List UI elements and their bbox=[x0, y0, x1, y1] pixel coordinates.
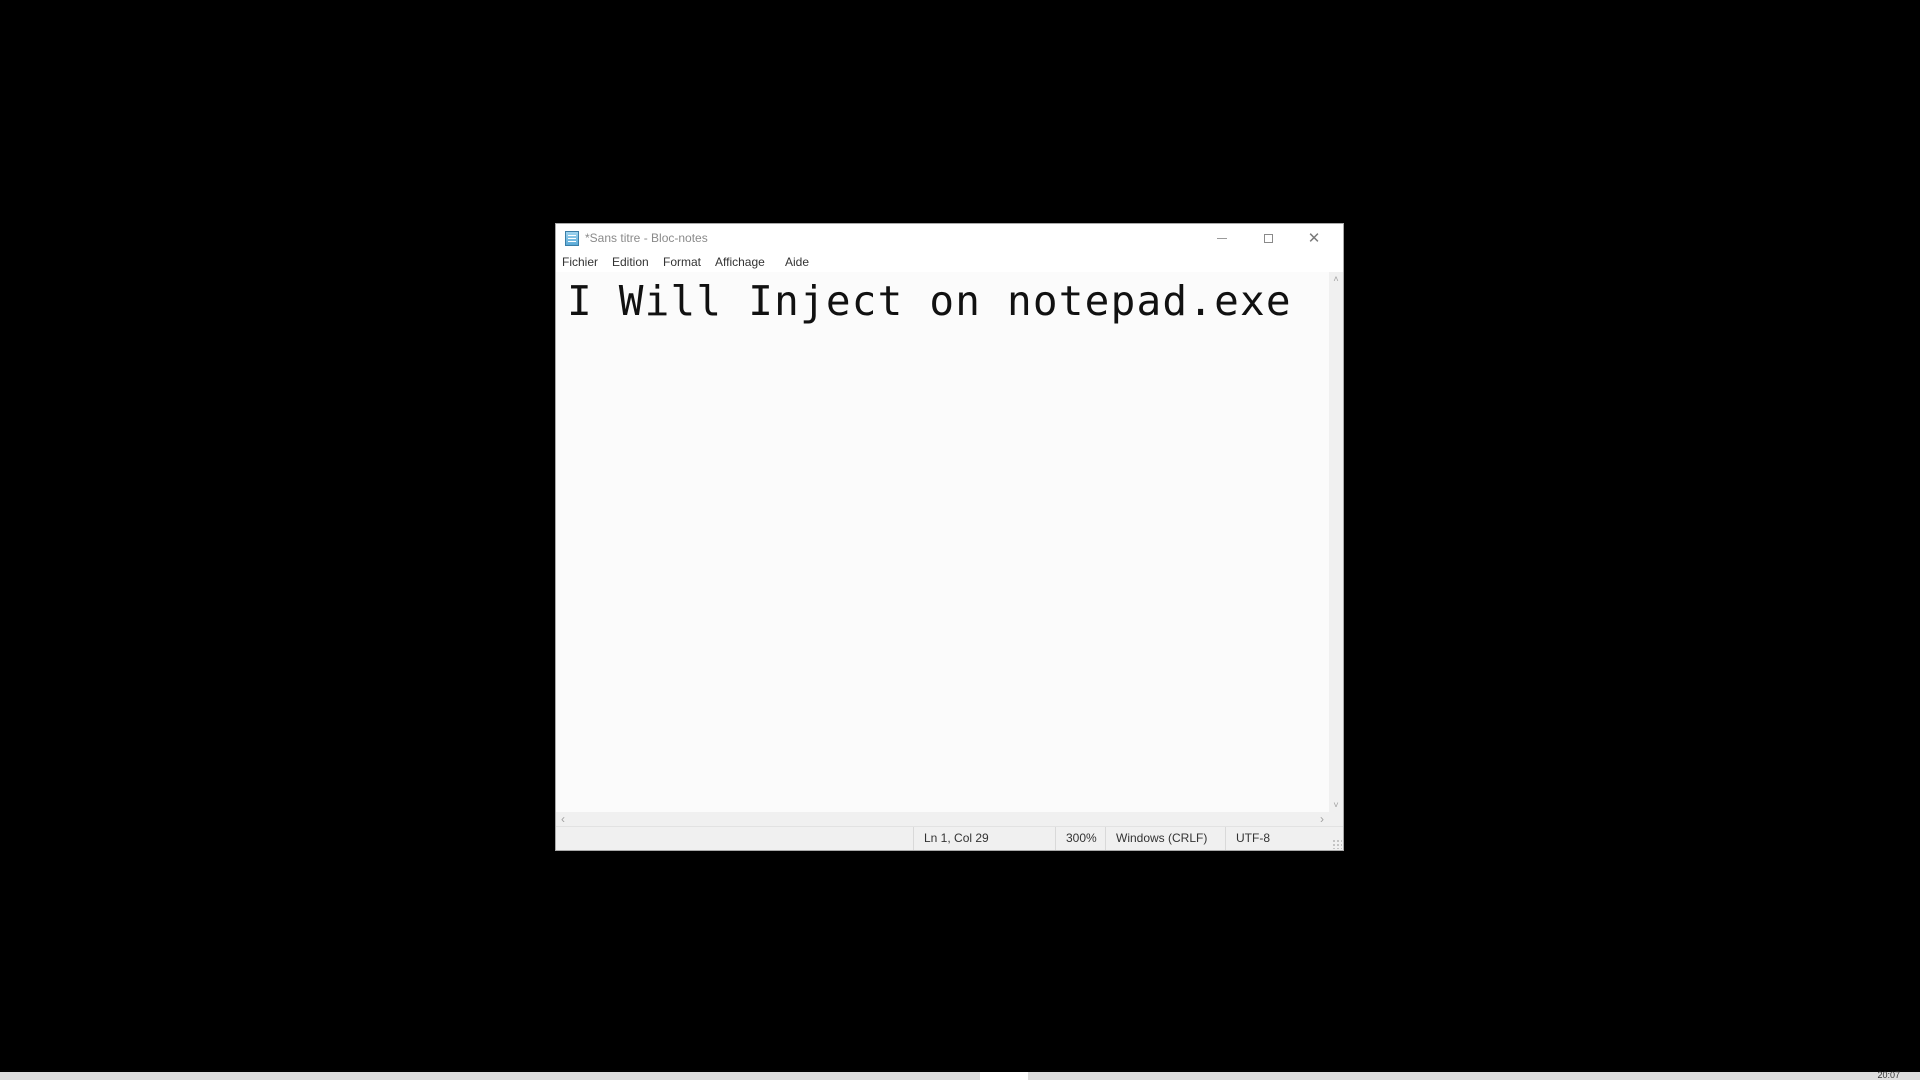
scroll-up-icon[interactable]: ˄ bbox=[1329, 274, 1343, 284]
status-bar: Ln 1, Col 29 300% Windows (CRLF) UTF-8 bbox=[556, 826, 1343, 850]
text-editor-area[interactable]: I Will Inject on notepad.exe bbox=[556, 272, 1329, 812]
status-line-endings: Windows (CRLF) bbox=[1105, 827, 1225, 850]
menu-format[interactable]: Format bbox=[657, 254, 707, 271]
scroll-down-icon[interactable]: ˅ bbox=[1329, 800, 1343, 810]
horizontal-scrollbar[interactable]: ‹ › bbox=[556, 812, 1329, 826]
scroll-right-icon[interactable]: › bbox=[1315, 812, 1329, 826]
title-bar[interactable]: *Sans titre - Bloc-notes ✕ bbox=[556, 224, 1343, 252]
taskbar-active-item[interactable] bbox=[980, 1072, 1028, 1080]
notepad-window: *Sans titre - Bloc-notes ✕ Fichier Editi… bbox=[555, 223, 1344, 851]
taskbar-clock: 20:07 bbox=[1877, 1070, 1900, 1080]
close-button[interactable]: ✕ bbox=[1291, 224, 1337, 252]
desktop: *Sans titre - Bloc-notes ✕ Fichier Editi… bbox=[0, 0, 1920, 1080]
maximize-icon bbox=[1263, 233, 1273, 243]
window-title: *Sans titre - Bloc-notes bbox=[585, 231, 708, 245]
menu-aide[interactable]: Aide bbox=[779, 254, 815, 271]
status-zoom: 300% bbox=[1055, 827, 1105, 850]
editor-text: I Will Inject on notepad.exe bbox=[567, 277, 1292, 325]
status-cursor-position: Ln 1, Col 29 bbox=[913, 827, 1055, 850]
minimize-icon bbox=[1217, 237, 1227, 239]
menu-edition[interactable]: Edition bbox=[606, 254, 655, 271]
resize-grip-icon[interactable] bbox=[1332, 839, 1342, 849]
close-icon: ✕ bbox=[1307, 229, 1321, 247]
scroll-left-icon[interactable]: ‹ bbox=[556, 812, 570, 826]
maximize-button[interactable] bbox=[1245, 224, 1291, 252]
minimize-button[interactable] bbox=[1199, 224, 1245, 252]
vertical-scrollbar[interactable]: ˄ ˅ bbox=[1329, 272, 1343, 812]
menu-bar: Fichier Edition Format Affichage Aide bbox=[556, 252, 1343, 272]
scroll-corner bbox=[1329, 812, 1343, 826]
menu-fichier[interactable]: Fichier bbox=[556, 254, 604, 271]
status-encoding: UTF-8 bbox=[1225, 827, 1329, 850]
taskbar: 20:07 bbox=[0, 1070, 1920, 1080]
menu-affichage[interactable]: Affichage bbox=[709, 254, 771, 271]
notepad-icon bbox=[565, 231, 579, 246]
